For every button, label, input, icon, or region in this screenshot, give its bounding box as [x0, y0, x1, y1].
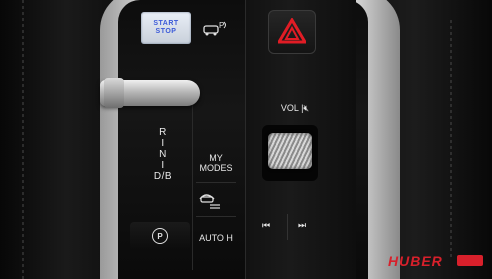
gear-selector-knob[interactable] [104, 78, 124, 108]
gear-n: N [159, 149, 167, 160]
gear-db: D/B [153, 171, 173, 182]
skip-forward-button[interactable]: ⏭︎ [298, 220, 306, 231]
hazard-button[interactable] [268, 10, 316, 54]
my-modes-button[interactable]: MY MODES [196, 153, 236, 173]
auto-hold-button[interactable]: AUTO H [193, 233, 239, 243]
brand-logo-tail [457, 255, 483, 266]
skip-back-icon: ⏮︎ [262, 220, 271, 230]
media-separator [287, 214, 288, 240]
separator [196, 216, 236, 217]
volume-label: VOL |🔇︎ [270, 103, 320, 114]
gear-r: R [159, 127, 167, 138]
volume-roller[interactable] [268, 133, 312, 169]
gear-dash-1: I [161, 138, 165, 149]
left-seat [0, 0, 110, 279]
hill-descent-icon [199, 194, 220, 209]
park-assist-icon: P [203, 21, 226, 36]
mute-icon: |🔇︎ [301, 103, 310, 113]
parking-brake-button[interactable]: P [130, 222, 190, 250]
volume-text: VOL [280, 103, 299, 113]
park-assist-button[interactable]: P [200, 16, 232, 42]
my-modes-line2: MODES [199, 163, 233, 173]
svg-text:P: P [219, 21, 224, 30]
gear-dash-2: I [161, 160, 165, 171]
my-modes-line1: MY [209, 153, 223, 163]
panel-divider [192, 100, 193, 270]
hill-descent-button[interactable] [196, 189, 224, 211]
start-stop-line2: STOP [155, 28, 177, 35]
brand-logo: HUBER [388, 253, 443, 269]
hazard-icon [278, 18, 306, 44]
separator [196, 182, 236, 183]
center-console-scene: START STOP P R I N I D/B MY MODES P AUTO… [0, 0, 492, 279]
start-stop-button[interactable]: START STOP [141, 12, 191, 44]
gear-indicator: R I N I D/B [143, 127, 183, 182]
parking-brake-icon: P [152, 228, 168, 244]
skip-back-button[interactable]: ⏮︎ [262, 220, 270, 231]
skip-forward-icon: ⏭︎ [298, 220, 307, 230]
start-stop-line1: START [153, 20, 179, 27]
